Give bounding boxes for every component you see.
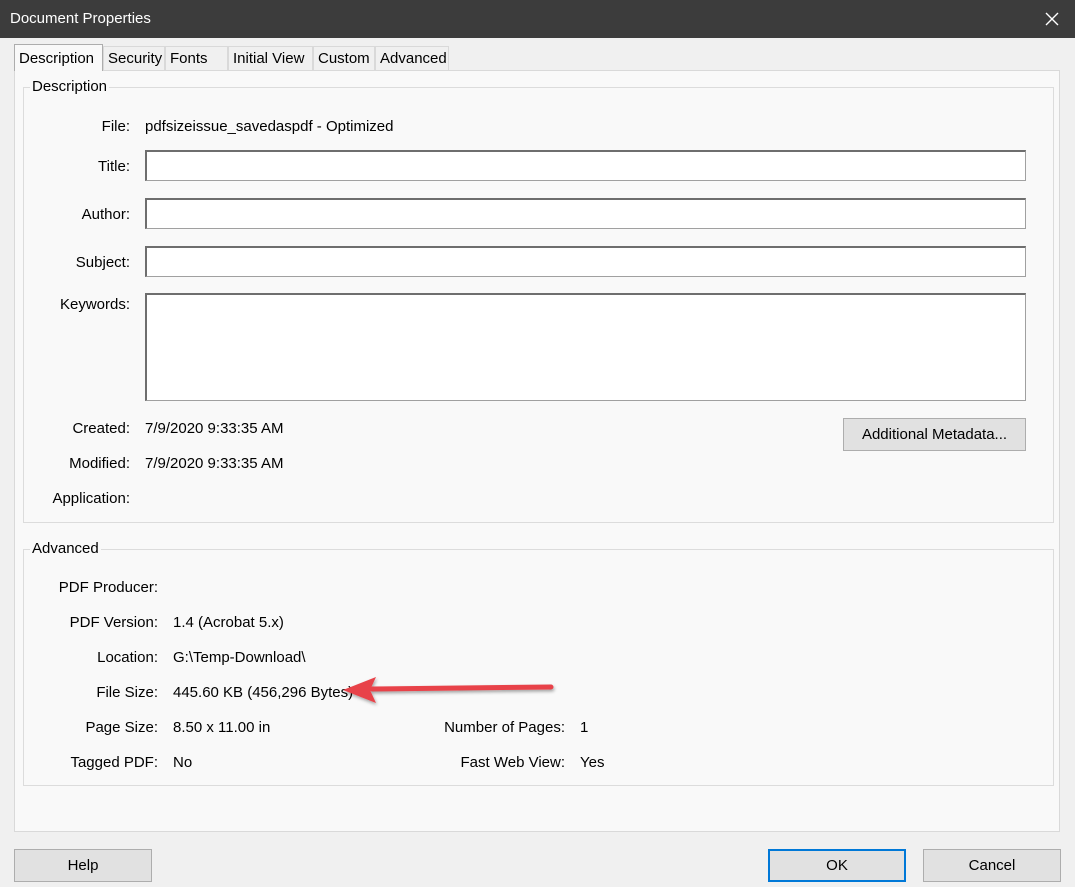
- location-value: G:\Temp-Download\: [173, 649, 306, 666]
- page-size-value: 8.50 x 11.00 in: [173, 719, 271, 736]
- created-value: 7/9/2020 9:33:35 AM: [145, 420, 284, 437]
- subject-label: Subject:: [75, 254, 130, 271]
- page-size-label: Page Size:: [85, 719, 158, 736]
- tab-initial-view[interactable]: Initial View: [228, 46, 313, 70]
- file-size-value: 445.60 KB (456,296 Bytes): [173, 684, 354, 701]
- file-value: pdfsizeissue_savedaspdf - Optimized: [145, 118, 394, 135]
- modified-label: Modified:: [69, 455, 130, 472]
- tab-custom[interactable]: Custom: [313, 46, 375, 70]
- title-label: Title:: [98, 158, 130, 175]
- tab-panel-description: Description File: pdfsizeissue_savedaspd…: [14, 70, 1060, 832]
- additional-metadata-button[interactable]: Additional Metadata...: [843, 418, 1026, 451]
- annotation-arrow: [343, 677, 554, 703]
- description-group: Description File: pdfsizeissue_savedaspd…: [23, 78, 1054, 523]
- application-label: Application:: [52, 490, 130, 507]
- number-of-pages-label: Number of Pages:: [444, 719, 565, 736]
- window-title: Document Properties: [10, 10, 151, 27]
- modified-value: 7/9/2020 9:33:35 AM: [145, 455, 284, 472]
- cancel-button[interactable]: Cancel: [923, 849, 1061, 882]
- subject-field[interactable]: [145, 246, 1026, 277]
- fast-web-view-value: Yes: [580, 754, 605, 771]
- created-label: Created:: [72, 420, 130, 437]
- help-button[interactable]: Help: [14, 849, 152, 882]
- document-properties-dialog: Document Properties Description Security…: [0, 0, 1075, 887]
- keywords-field[interactable]: [145, 293, 1026, 401]
- author-label: Author:: [81, 206, 130, 223]
- description-group-title: Description: [30, 78, 110, 95]
- title-field[interactable]: [145, 150, 1026, 181]
- advanced-group: Advanced PDF Producer: PDF Version: 1.4 …: [23, 540, 1054, 786]
- location-label: Location:: [97, 649, 158, 666]
- tab-description[interactable]: Description: [14, 44, 103, 71]
- title-bar: Document Properties: [0, 0, 1075, 38]
- pdf-version-label: PDF Version:: [69, 614, 158, 631]
- close-icon: [1045, 12, 1059, 26]
- keywords-label: Keywords:: [59, 296, 130, 313]
- tab-advanced[interactable]: Advanced: [375, 46, 449, 70]
- tab-fonts[interactable]: Fonts: [165, 46, 228, 70]
- tab-security[interactable]: Security: [103, 46, 165, 70]
- number-of-pages-value: 1: [580, 719, 589, 736]
- file-label: File:: [101, 118, 130, 135]
- tagged-pdf-label: Tagged PDF:: [70, 754, 158, 771]
- pdf-producer-label: PDF Producer:: [58, 579, 158, 596]
- fast-web-view-label: Fast Web View:: [460, 754, 566, 771]
- tagged-pdf-value: No: [173, 754, 193, 771]
- author-field[interactable]: [145, 198, 1026, 229]
- pdf-version-value: 1.4 (Acrobat 5.x): [173, 614, 284, 631]
- close-button[interactable]: [1029, 0, 1075, 38]
- ok-button[interactable]: OK: [768, 849, 906, 882]
- file-size-label: File Size:: [96, 684, 158, 701]
- advanced-group-title: Advanced: [30, 540, 101, 557]
